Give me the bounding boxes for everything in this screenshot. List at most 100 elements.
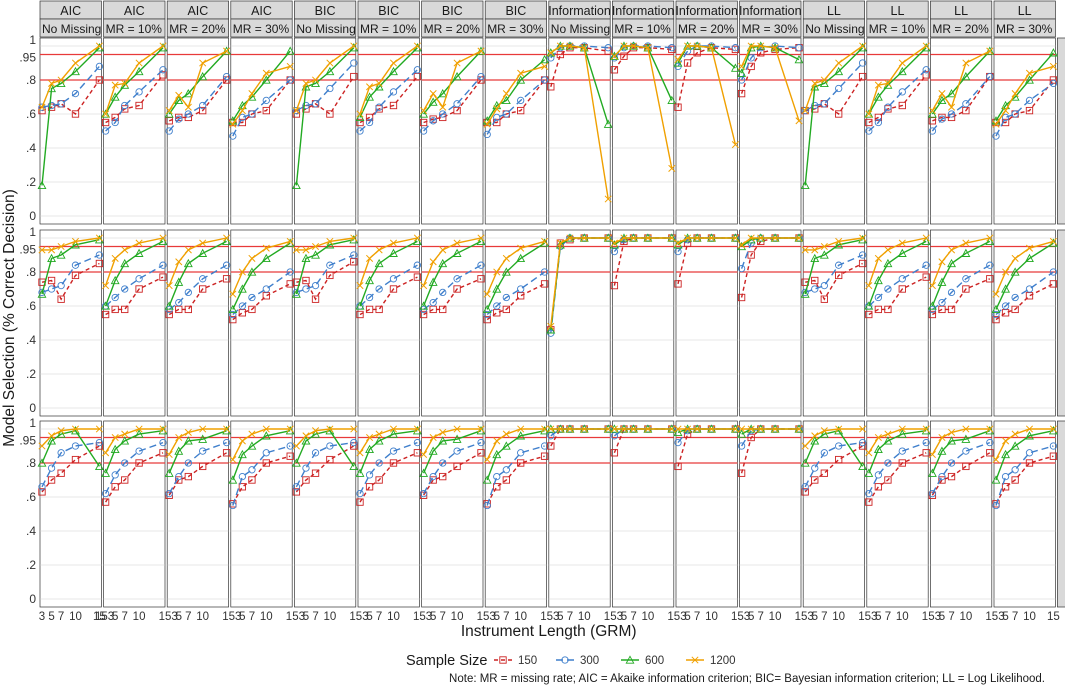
strip-condition-label: MR = 10% — [106, 22, 163, 36]
x-tick-label: 10 — [896, 611, 909, 623]
strip-condition-label: No Missing — [42, 22, 101, 36]
y-tick-label: .95 — [19, 51, 36, 65]
strip-index-label: BIC — [315, 4, 336, 18]
y-tick-label: .6 — [26, 299, 36, 313]
y-tick-label: .6 — [26, 107, 36, 121]
panel-background — [166, 420, 229, 608]
panel-background — [166, 229, 229, 417]
x-tick-label: 7 — [185, 611, 191, 623]
strip-index-label: AIC — [187, 4, 208, 18]
strip-condition-label: MR = 30% — [996, 22, 1053, 36]
panel-background — [421, 37, 484, 225]
x-tick-label: 10 — [514, 611, 527, 623]
strip-row-bg — [1057, 37, 1065, 225]
strip-condition-label: MR = 20% — [169, 22, 226, 36]
x-tick-label: 5 — [812, 611, 818, 623]
y-axis-title: Model Selection (% Correct Decision) — [1, 189, 18, 447]
strip-condition-label: MR = 20% — [932, 22, 989, 36]
x-tick-label: 7 — [694, 611, 700, 623]
strip-index-label: BIC — [378, 4, 399, 18]
strip-condition-label: MR = 10% — [869, 22, 926, 36]
x-tick-label: 7 — [503, 611, 509, 623]
x-tick-label: 7 — [821, 611, 827, 623]
strip-condition-label: MR = 20% — [424, 22, 481, 36]
strip-index-label: LL — [827, 4, 841, 18]
x-tick-label: 10 — [578, 611, 591, 623]
x-tick-label: 7 — [758, 611, 764, 623]
panel-background — [357, 420, 420, 608]
strip-row-bg — [1057, 229, 1065, 417]
panel-background — [166, 37, 229, 225]
x-tick-label: 7 — [376, 611, 382, 623]
panel-background — [230, 37, 293, 225]
panel-background — [993, 37, 1056, 225]
x-tick-label: 15 — [1047, 611, 1060, 623]
strip-row-bg — [1057, 420, 1065, 608]
panel-background — [739, 37, 802, 225]
x-tick-label: 5 — [48, 611, 54, 623]
strip-condition-label: No Missing — [296, 22, 355, 36]
x-tick-label: 5 — [684, 611, 690, 623]
strip-condition-label: MR = 20% — [678, 22, 735, 36]
strip-index-label: Information — [548, 4, 611, 18]
strip-condition-label: MR = 30% — [233, 22, 290, 36]
panel-background — [802, 229, 865, 417]
x-tick-label: 10 — [323, 611, 336, 623]
x-tick-label: 7 — [249, 611, 255, 623]
x-tick-label: 5 — [430, 611, 436, 623]
panel-background — [357, 229, 420, 417]
y-tick-label: 1 — [29, 33, 36, 47]
panel-background — [548, 37, 611, 225]
panel-background — [484, 229, 547, 417]
x-tick-label: 7 — [312, 611, 318, 623]
legend-label: 1200 — [710, 655, 736, 667]
x-tick-label: 5 — [557, 611, 563, 623]
y-tick-label: .4 — [26, 524, 36, 538]
x-tick-label: 7 — [567, 611, 573, 623]
y-tick-label: .95 — [19, 243, 36, 257]
strip-condition-label: No Missing — [805, 22, 864, 36]
strip-index-label: AIC — [124, 4, 145, 18]
legend-label: 600 — [645, 655, 664, 667]
x-tick-label: 10 — [832, 611, 845, 623]
strip-condition-label: MR = 30% — [742, 22, 799, 36]
strip-index-label: AIC — [60, 4, 81, 18]
x-tick-label: 7 — [1012, 611, 1018, 623]
x-tick-label: 5 — [112, 611, 118, 623]
x-tick-label: 5 — [1002, 611, 1008, 623]
strip-condition-label: No Missing — [551, 22, 610, 36]
strip-condition-label: MR = 30% — [487, 22, 544, 36]
x-tick-label: 5 — [303, 611, 309, 623]
strip-condition-label: MR = 10% — [614, 22, 671, 36]
x-tick-label: 7 — [885, 611, 891, 623]
panel-background — [930, 420, 993, 608]
panel-background — [230, 229, 293, 417]
y-tick-label: 0 — [29, 592, 36, 606]
panel-background — [993, 420, 1056, 608]
x-tick-label: 10 — [260, 611, 273, 623]
y-tick-label: .2 — [26, 558, 36, 572]
y-tick-label: .6 — [26, 490, 36, 504]
x-tick-label: 7 — [58, 611, 64, 623]
strip-index-label: LL — [1018, 4, 1032, 18]
strip-index-label: Information — [675, 4, 738, 18]
strip-index-label: BIC — [442, 4, 463, 18]
x-tick-label: 5 — [176, 611, 182, 623]
x-tick-label: 7 — [440, 611, 446, 623]
panel-background — [548, 420, 611, 608]
panel-background — [421, 420, 484, 608]
panel-background — [103, 37, 166, 225]
x-tick-label: 10 — [959, 611, 972, 623]
panel-background — [739, 420, 802, 608]
strip-index-label: LL — [954, 4, 968, 18]
y-tick-label: .4 — [26, 141, 36, 155]
legend-label: 300 — [580, 655, 599, 667]
x-tick-label: 7 — [122, 611, 128, 623]
panel-background — [675, 229, 738, 417]
strip-index-label: Information — [612, 4, 675, 18]
panel-background — [294, 229, 357, 417]
panel-background — [993, 229, 1056, 417]
panel-background — [294, 37, 357, 225]
x-tick-label: 7 — [948, 611, 954, 623]
faceted-line-chart: AIC No Missing AIC MR = 10% AIC MR = 20% AIC MR… — [0, 0, 1065, 687]
